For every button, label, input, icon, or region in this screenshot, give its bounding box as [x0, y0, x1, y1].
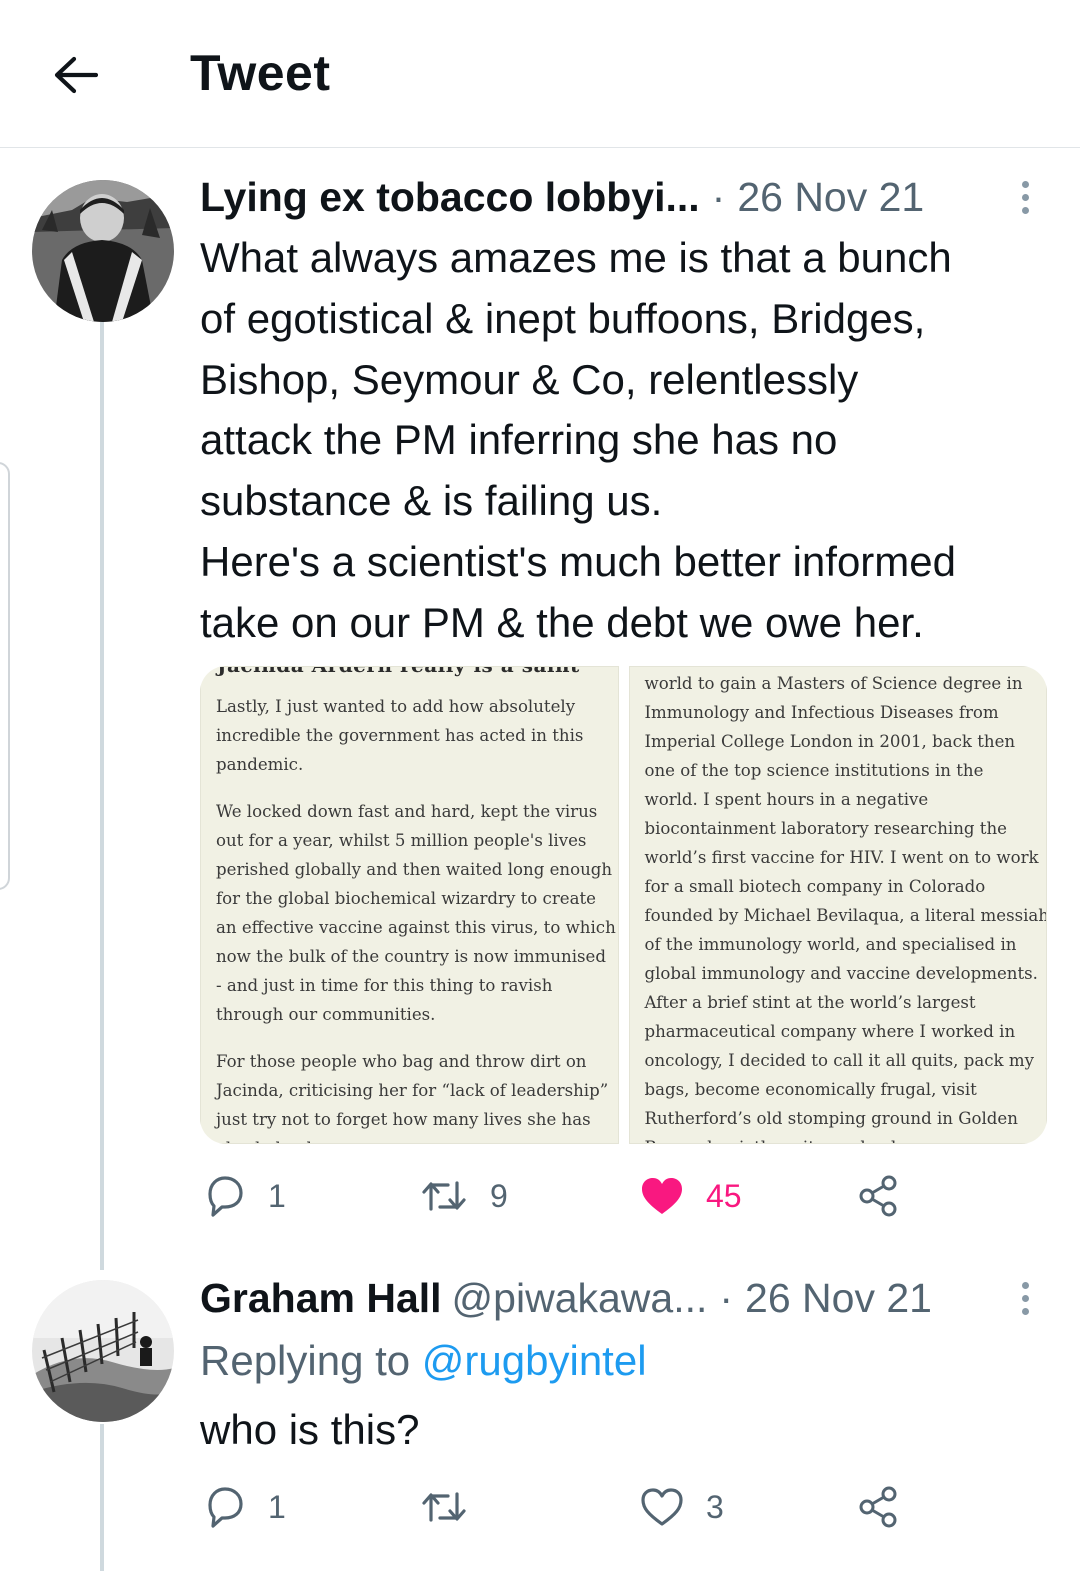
top-bar: Tweet: [0, 0, 1080, 148]
like-button[interactable]: 3: [640, 1482, 724, 1532]
article-paragraph: Lastly, I just wanted to add how absolut…: [216, 692, 610, 779]
reply-count: 1: [268, 1177, 286, 1214]
article-line: global immunology and vaccine developmen…: [644, 964, 1038, 983]
tweet-text: What always amazes me is that a bunch of…: [200, 228, 1060, 654]
share-button[interactable]: [858, 1482, 900, 1532]
article-line: Rutherford’s old stomping ground in Gold…: [644, 1109, 1018, 1128]
separator-dot: ·: [719, 1274, 734, 1321]
tweet-text-line: take on our PM & the debt we owe her.: [200, 598, 924, 646]
avatar[interactable]: [32, 180, 174, 322]
article-line: world. I spent hours in a negative: [644, 790, 929, 809]
article-paragraph: For those people who bag and throw dirt …: [216, 1047, 610, 1143]
retweet-icon: [422, 1181, 466, 1211]
tweet-text: who is this?: [200, 1406, 420, 1453]
share-icon: [859, 1486, 897, 1528]
article-line: for the global biochemical wizardry to c…: [216, 889, 596, 908]
share-icon: [859, 1175, 897, 1217]
reply-count: 1: [268, 1488, 286, 1525]
article-line: pandemic.: [216, 755, 304, 774]
reply-icon: [208, 1487, 243, 1528]
replying-to-handle[interactable]: @rugbyintel: [422, 1337, 647, 1384]
article-line: founded by Michael Bevilaqua, a literal …: [644, 906, 1047, 925]
article-line: incredible the government has acted in t…: [216, 726, 584, 745]
page-title: Tweet: [190, 45, 331, 101]
author-handle[interactable]: @piwakawa...: [452, 1275, 708, 1322]
article-line: now the bulk of the country is now immun…: [216, 947, 606, 966]
tweet-actions: 1 9 45: [200, 1171, 920, 1221]
back-arrow-icon: [54, 56, 98, 94]
back-button[interactable]: [48, 48, 102, 102]
article-line: bags, become economically frugal, visit: [644, 1080, 977, 1099]
thread-connector-line: [100, 1424, 104, 1571]
tweet-date[interactable]: 26 Nov 21: [745, 1275, 932, 1322]
article-paragraph: world to gain a Masters of Science degre…: [644, 669, 1047, 1143]
article-line: oncology, I decided to call it all quits…: [644, 1051, 1034, 1070]
heart-icon: [642, 1178, 682, 1214]
tweet-text-line: Here's a scientist's much better informe…: [200, 537, 956, 585]
reply-button[interactable]: 1: [204, 1171, 286, 1221]
more-vertical-icon: [1021, 1281, 1029, 1289]
article-line: For those people who bag and throw dirt …: [216, 1052, 587, 1071]
tweet-meta: Graham Hall @piwakawa... · 26 Nov 21: [200, 1273, 932, 1323]
media-image-left[interactable]: Jacinda Ardern really is a saint Lastly,…: [200, 666, 619, 1144]
edge-swipe-handle[interactable]: [0, 462, 10, 890]
replying-to-label: Replying to: [200, 1337, 422, 1384]
share-button[interactable]: [858, 1171, 900, 1221]
media-image-right[interactable]: world to gain a Masters of Science degre…: [628, 666, 1047, 1144]
like-button[interactable]: 45: [640, 1171, 742, 1221]
more-options-button[interactable]: [1010, 172, 1040, 222]
tweet-text-line: of egotistical & inept buffoons, Bridges…: [200, 294, 926, 342]
article-line: out for a year, whilst 5 million people'…: [216, 831, 587, 850]
tweet-text-line: attack the PM inferring she has no: [200, 416, 838, 464]
article-line: through our communities.: [216, 1005, 436, 1024]
article-line: - and just in time for this thing to rav…: [216, 976, 553, 995]
article-line: one of the top science institutions in t…: [644, 761, 984, 780]
article-line: also helped: [216, 1134, 610, 1143]
reply-icon: [208, 1176, 243, 1217]
more-options-button[interactable]: [1010, 1273, 1040, 1323]
article-line: After a brief stint at the world’s large…: [644, 993, 976, 1012]
article-line: Jacinda, criticising her for “lack of le…: [216, 1081, 609, 1100]
media-gallery: Jacinda Ardern really is a saint Lastly,…: [200, 666, 1047, 1144]
article-line: an effective vaccine against this virus,…: [216, 918, 616, 937]
article-line: pharmaceutical company where I worked in: [644, 1022, 1016, 1041]
heart-icon: [641, 1488, 683, 1526]
retweet-button[interactable]: [420, 1482, 468, 1532]
article-heading-fragment: Jacinda Ardern really is a saint: [217, 667, 580, 677]
tweet-text-line: What always amazes me is that a bunch: [200, 234, 952, 281]
article-line: We locked down fast and hard, kept the v…: [216, 802, 598, 821]
article-line: perished globally and then waited long e…: [216, 860, 613, 879]
tweet-date[interactable]: 26 Nov 21: [737, 174, 924, 221]
tweet-actions: 1 3: [200, 1482, 920, 1532]
article-line: just try not to forget how many lives sh…: [216, 1110, 591, 1129]
reply-button[interactable]: 1: [204, 1482, 286, 1532]
article-line: Bay and quietly write my book: [645, 1133, 1039, 1143]
article-line: world to gain a Masters of Science degre…: [644, 674, 1023, 693]
author-name[interactable]: Lying ex tobacco lobbyi...: [200, 174, 700, 221]
avatar[interactable]: [32, 1280, 174, 1422]
like-count: 45: [706, 1177, 742, 1214]
tweet-text-line: substance & is failing us.: [200, 477, 663, 525]
tweet-meta: Lying ex tobacco lobbyi... · 26 Nov 21: [200, 172, 924, 222]
article-line: world’s first vaccine for HIV. I went on…: [644, 848, 1039, 867]
thread-connector-line: [100, 322, 104, 1270]
article-line: Lastly, I just wanted to add how absolut…: [216, 697, 576, 716]
article-line: of the immunology world, and specialised…: [644, 935, 1017, 954]
retweet-button[interactable]: 9: [420, 1171, 508, 1221]
tweet-text-line: Bishop, Seymour & Co, relentlessly: [200, 355, 859, 403]
retweet-icon: [422, 1492, 466, 1522]
article-line: Imperial College London in 2001, back th…: [644, 732, 1016, 751]
replying-to: Replying to @rugbyintel: [200, 1334, 647, 1388]
like-count: 3: [706, 1488, 724, 1525]
article-line: Immunology and Infectious Diseases from: [644, 703, 999, 722]
article-paragraph: We locked down fast and hard, kept the v…: [216, 797, 616, 1029]
retweet-count: 9: [490, 1177, 508, 1214]
separator-dot: ·: [711, 173, 726, 220]
article-line: for a small biotech company in Colorado: [644, 877, 986, 896]
article-line: biocontainment laboratory researching th…: [644, 819, 1007, 838]
more-vertical-icon: [1021, 180, 1029, 188]
author-name[interactable]: Graham Hall: [200, 1275, 442, 1322]
